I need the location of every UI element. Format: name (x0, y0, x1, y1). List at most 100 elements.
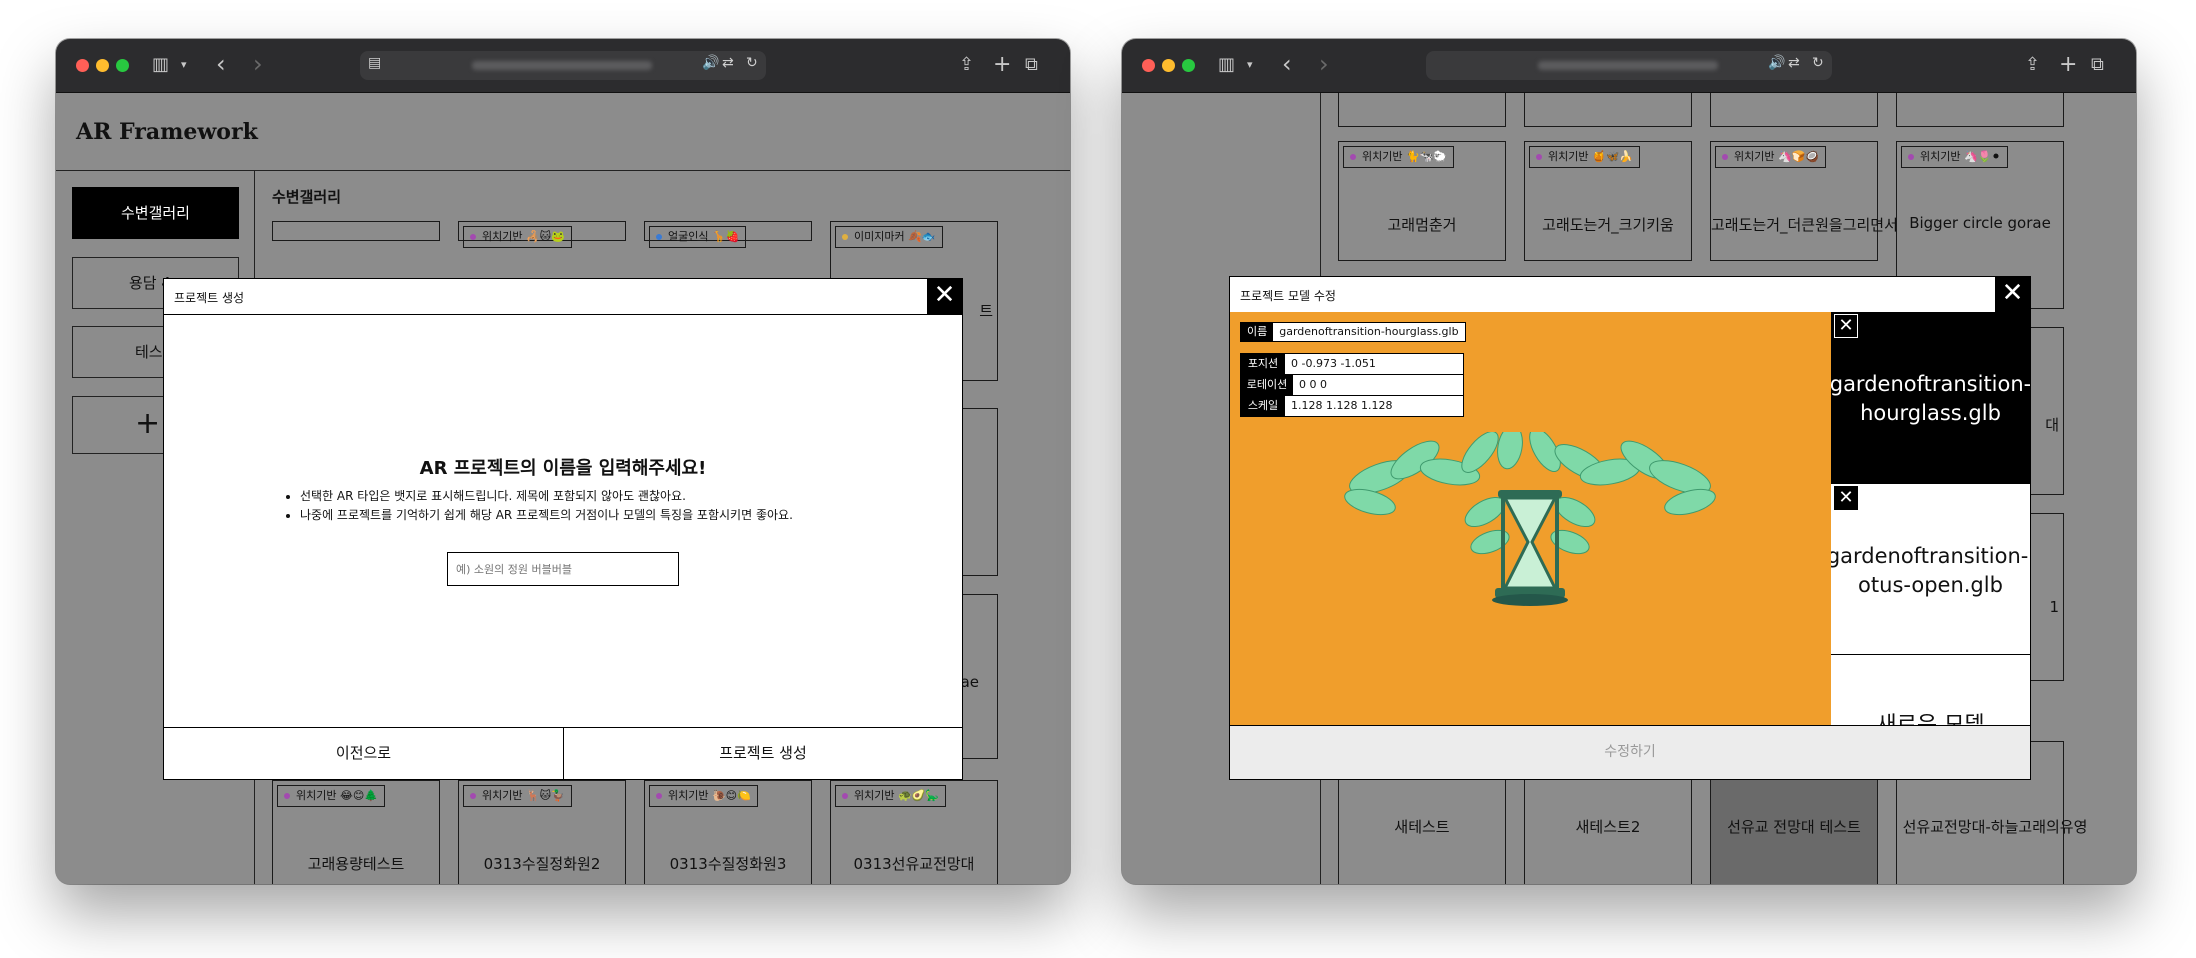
hourglass-model-image (1344, 432, 1716, 606)
remove-model-icon[interactable]: ✕ (1834, 486, 1858, 510)
project-card[interactable] (1896, 93, 2064, 127)
project-card[interactable]: 위치기반 🦂🐱🐸 (458, 221, 626, 248)
create-project-button[interactable]: 프로젝트 생성 (564, 727, 962, 779)
app-title: AR Framework (76, 119, 258, 145)
scale-row: 스케일 1.128 1.128 1.128 (1241, 396, 1463, 416)
model-name: gardenoftransition-hourglass.glb (1831, 372, 2030, 425)
close-window-button[interactable] (1142, 59, 1155, 72)
card-title: 새테스트 (1394, 818, 1450, 836)
sidebar-toggle-icon[interactable]: ▥ (1218, 53, 1235, 77)
model-preview-viewport[interactable]: 이름 gardenoftransition-hourglass.glb 포지션 0 … (1230, 312, 1831, 725)
modal-title: 프로젝트 생성 (174, 291, 245, 305)
badge-dot-icon (1350, 154, 1356, 160)
prev-button[interactable]: 이전으로 (164, 727, 564, 779)
page-settings-icon[interactable]: ▤ (368, 55, 381, 71)
type-badge: 위치기반 🦌🐱🦆 (463, 785, 572, 807)
project-card[interactable] (1524, 93, 1692, 127)
project-card[interactable] (272, 221, 440, 241)
tab-overview-icon[interactable]: ⧉ (2091, 53, 2104, 77)
reload-icon[interactable]: ↻ (1812, 55, 1824, 71)
card-title-fragment: 트 (979, 302, 993, 320)
project-card[interactable]: 위치기반 🦌🐱🦆 0313수질정화원2 (458, 780, 626, 884)
close-icon[interactable]: ✕ (927, 279, 962, 314)
field-label: 포지션 (1241, 354, 1285, 374)
badge-dot-icon (470, 234, 476, 240)
type-badge: 위치기반 🦂🐱🐸 (463, 226, 572, 248)
project-card[interactable]: 위치기반 🍯🦋🍌 고래도는거_크기키움 (1524, 141, 1692, 261)
model-item-selected[interactable]: ✕ gardenoftransition-hourglass.glb (1831, 312, 2030, 483)
sidebar-item-active[interactable]: 수변갤러리 (72, 187, 239, 239)
address-bar[interactable]: ▤ 🔊 ⇄ ↻ (360, 51, 766, 80)
rotation-value[interactable]: 0 0 0 (1293, 378, 1327, 391)
card-title-fragment: ae (960, 673, 979, 691)
position-value[interactable]: 0 -0.973 -1.051 (1285, 357, 1376, 370)
share-icon[interactable]: ⇪ (959, 53, 974, 77)
card-title: 선유교 전망대 테스트 (1727, 818, 1861, 836)
badge-dot-icon (284, 793, 290, 799)
field-label: 스케일 (1241, 396, 1285, 416)
name-field: 이름 gardenoftransition-hourglass.glb (1240, 322, 1466, 342)
chevron-down-icon[interactable]: ▾ (1247, 53, 1253, 77)
project-card[interactable]: 위치기반 🐌😊🍋 0313수질정화원3 (644, 780, 812, 884)
model-edit-modal: 프로젝트 모델 수정 ✕ 이름 gardenoftransition-hourgl… (1229, 276, 2031, 780)
modal-title: 프로젝트 모델 수정 (1240, 289, 1336, 303)
address-bar[interactable]: 🔊 ⇄ ↻ (1426, 51, 1832, 80)
card-title: 고래도는거_더큰원을그리면서 (1711, 216, 1898, 234)
forward-icon[interactable]: › (1319, 52, 1329, 76)
project-card[interactable]: 위치기반 😂😊🌲 고래용량테스트 (272, 780, 440, 884)
badge-dot-icon (842, 234, 848, 240)
project-card[interactable] (1710, 93, 1878, 127)
card-title: 고래용량테스트 (307, 855, 405, 873)
close-window-button[interactable] (76, 59, 89, 72)
translate-icon[interactable]: ⇄ (722, 55, 734, 71)
type-badge: 위치기반 🐢🥑🦕 (835, 785, 947, 807)
zoom-window-button[interactable] (116, 59, 129, 72)
new-model-label: 새로운 모델 (1831, 707, 2030, 725)
type-badge: 위치기반 🦄🌷⚫ (1901, 146, 2008, 168)
url-text-redacted (472, 61, 652, 70)
new-tab-icon[interactable]: + (2059, 53, 2077, 77)
audio-icon[interactable]: 🔊 (702, 55, 719, 71)
project-card[interactable] (1338, 93, 1506, 127)
audio-icon[interactable]: 🔊 (1768, 55, 1785, 71)
scale-value[interactable]: 1.128 1.128 1.128 (1285, 399, 1392, 412)
remove-model-icon[interactable]: ✕ (1834, 314, 1858, 338)
minimize-window-button[interactable] (96, 59, 109, 72)
close-icon[interactable]: ✕ (1995, 277, 2030, 312)
project-name-input[interactable] (447, 552, 679, 586)
chevron-down-icon[interactable]: ▾ (181, 53, 187, 77)
type-badge: 이미지마커 🍂🐟 (835, 226, 943, 248)
back-icon[interactable]: ‹ (216, 52, 226, 76)
project-card[interactable]: 위치기반 🐈🐄🐑 고래멈춘거 (1338, 141, 1506, 261)
modal-heading: AR 프로젝트의 이름을 입력해주세요! (419, 458, 707, 479)
minimize-window-button[interactable] (1162, 59, 1175, 72)
app-header: AR Framework (56, 93, 1070, 171)
section-title: 수변갤러리 (272, 188, 342, 206)
type-badge: 얼굴인식 🦒🍓 (649, 226, 747, 248)
new-tab-icon[interactable]: + (993, 53, 1011, 77)
submit-button[interactable]: 수정하기 (1230, 725, 2030, 779)
project-card[interactable]: 위치기반 🐢🥑🦕 0313선유교전망대 (830, 780, 998, 884)
forward-icon[interactable]: › (253, 52, 263, 76)
add-model-item[interactable]: 새로운 모델 (1831, 654, 2030, 725)
project-card[interactable]: 위치기반 🦄🍞🥥 고래도는거_더큰원을그리면서 (1710, 141, 1898, 261)
browser-window-left: ▥ ▾ ‹ › ▤ 🔊 ⇄ ↻ ⇪ + ⧉ AR Framework 수변갤러리… (56, 39, 1070, 884)
back-icon[interactable]: ‹ (1282, 52, 1292, 76)
sidebar-toggle-icon[interactable]: ▥ (152, 53, 169, 77)
translate-icon[interactable]: ⇄ (1788, 55, 1800, 71)
reload-icon[interactable]: ↻ (746, 55, 758, 71)
card-title-fragment: 대 (2045, 416, 2059, 434)
model-item[interactable]: ✕ gardenoftransition-lotus-open.glb (1831, 483, 2030, 654)
transform-fields: 포지션 0 -0.973 -1.051 로테이션 0 0 0 스케일 1.128 1.… (1240, 353, 1464, 417)
type-badge: 위치기반 🐌😊🍋 (649, 785, 758, 807)
name-value[interactable]: gardenoftransition-hourglass.glb (1273, 325, 1464, 338)
share-icon[interactable]: ⇪ (2025, 53, 2040, 77)
type-badge: 위치기반 🐈🐄🐑 (1343, 146, 1455, 168)
model-list: ✕ gardenoftransition-hourglass.glb ✕ gar… (1831, 312, 2030, 725)
card-title-fragment: 1 (2049, 598, 2059, 616)
badge-dot-icon (1908, 154, 1914, 160)
card-title: 0313선유교전망대 (853, 855, 975, 873)
tab-overview-icon[interactable]: ⧉ (1025, 53, 1038, 77)
zoom-window-button[interactable] (1182, 59, 1195, 72)
project-card[interactable]: 얼굴인식 🦒🍓 (644, 221, 812, 248)
